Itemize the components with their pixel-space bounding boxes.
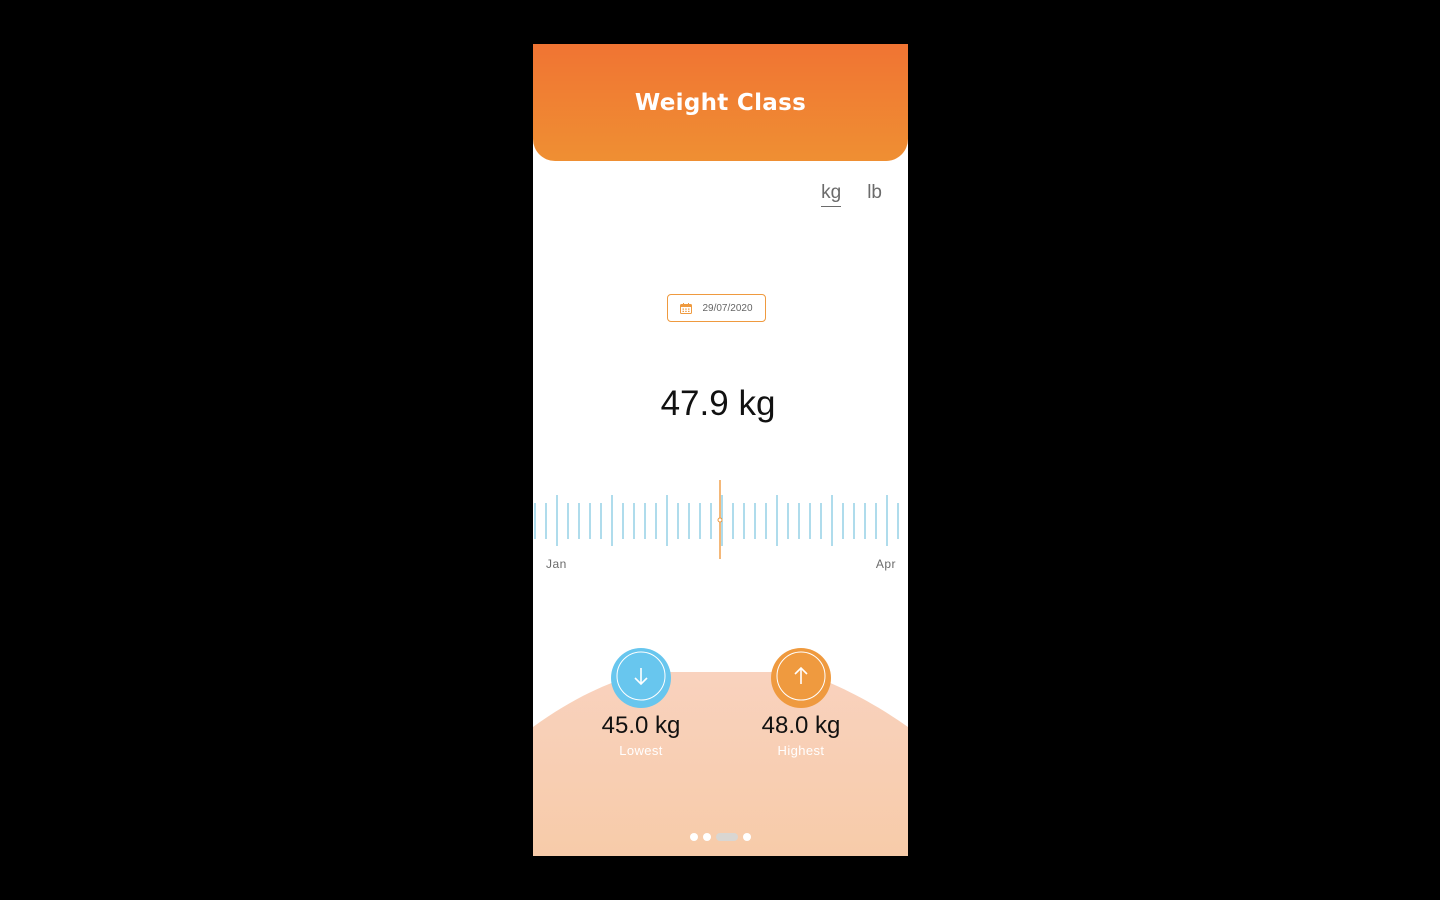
page-dot[interactable]	[703, 833, 711, 841]
app-screen: Weight Class kg lb 29/07/2020 47.9 kg Ja…	[533, 44, 908, 856]
page-dot-active[interactable]	[716, 833, 738, 841]
calendar-icon	[680, 302, 693, 314]
ruler-indicator-knob[interactable]	[717, 517, 723, 523]
arrow-down-icon	[615, 650, 667, 707]
weight-timeline-ruler[interactable]	[533, 479, 908, 564]
lowest-label: Lowest	[619, 743, 663, 758]
highest-label: Highest	[777, 743, 825, 758]
app-header: Weight Class	[533, 44, 908, 161]
lowest-stat: 45.0 kg Lowest	[561, 648, 721, 758]
highest-stat: 48.0 kg Highest	[721, 648, 881, 758]
arrow-up-icon	[775, 650, 827, 707]
lowest-button[interactable]	[611, 648, 671, 708]
timeline-start-label: Jan	[546, 557, 567, 571]
date-value: 29/07/2020	[702, 302, 753, 314]
current-weight-value: 47.9 kg	[660, 384, 776, 423]
lowest-value: 45.0 kg	[601, 712, 681, 739]
page-dot[interactable]	[690, 833, 698, 841]
unit-toggle: kg lb	[821, 182, 882, 207]
date-picker-button[interactable]: 29/07/2020	[667, 294, 766, 322]
unit-kg-option[interactable]: kg	[821, 182, 842, 207]
page-title: Weight Class	[634, 89, 807, 116]
highest-value: 48.0 kg	[761, 712, 841, 739]
page-indicator	[533, 833, 908, 841]
page-dot[interactable]	[743, 833, 751, 841]
highest-button[interactable]	[771, 648, 831, 708]
timeline-end-label: Apr	[875, 557, 896, 571]
unit-lb-option[interactable]: lb	[867, 182, 882, 207]
